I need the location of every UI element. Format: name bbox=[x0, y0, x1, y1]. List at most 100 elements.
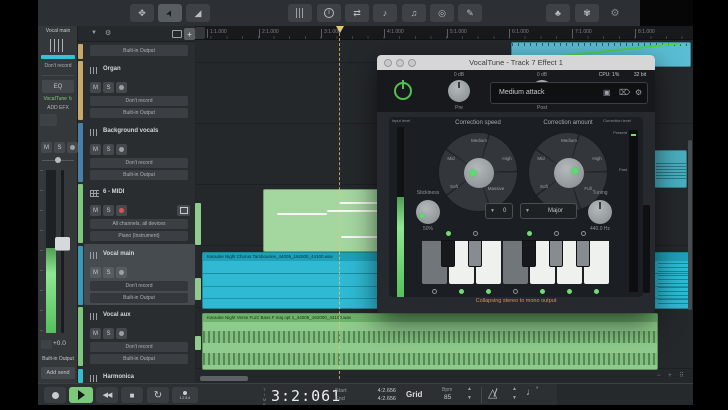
vocal-aux-clip[interactable]: Karaoke Night Verse Fuzz Bass F maj opt … bbox=[202, 313, 658, 370]
record-mode-pill[interactable]: Don't record bbox=[90, 96, 188, 106]
output-pill[interactable]: Built-in Output bbox=[90, 108, 188, 118]
cursor-tool-button[interactable]: ➤ bbox=[158, 4, 182, 22]
solo-button[interactable]: S bbox=[103, 205, 114, 216]
mute-button[interactable]: M bbox=[90, 205, 101, 216]
add-track-button[interactable]: + bbox=[184, 28, 195, 40]
rewind-button[interactable]: ◀◀ bbox=[96, 387, 118, 403]
settings-button[interactable]: ⚙ bbox=[606, 4, 624, 22]
zoom-controls[interactable]: − + ⠿ bbox=[657, 372, 687, 379]
move-tool-button[interactable]: ✥ bbox=[130, 4, 154, 22]
plugin-keyboard[interactable] bbox=[421, 240, 610, 285]
draw-tool-button[interactable]: ✎ bbox=[458, 4, 482, 22]
stickiness-knob[interactable] bbox=[416, 200, 440, 224]
mute-button[interactable]: M bbox=[90, 328, 101, 339]
end-value[interactable]: 4:2.656 bbox=[360, 396, 396, 402]
mute-button[interactable]: M bbox=[90, 82, 101, 93]
scale-note-indicator[interactable] bbox=[432, 289, 437, 294]
output-pill[interactable]: Built-in Output bbox=[90, 170, 188, 180]
output-pill[interactable]: Built-in Output bbox=[90, 354, 188, 364]
transpose-dropdown[interactable]: ▼ 0 bbox=[485, 203, 513, 219]
scale-note-indicator[interactable] bbox=[567, 289, 572, 294]
note-edit-button[interactable]: ♪ bbox=[373, 4, 397, 22]
fade-tool-button[interactable]: ◢ bbox=[186, 4, 210, 22]
partial-track-output[interactable]: Built-in Output bbox=[90, 45, 188, 56]
mixer-button[interactable] bbox=[288, 4, 312, 22]
scale-note-indicator[interactable] bbox=[486, 289, 491, 294]
scale-note-indicator[interactable] bbox=[513, 289, 518, 294]
mute-button[interactable]: M bbox=[41, 142, 52, 153]
filter-icon[interactable]: ▼ bbox=[91, 30, 97, 36]
clip-sliver[interactable] bbox=[195, 336, 201, 350]
plugin-titlebar[interactable]: VocalTune - Track 7 Effect 1 bbox=[377, 55, 655, 70]
clip-sliver[interactable] bbox=[195, 278, 201, 300]
record-mode-pill[interactable]: All channels, all devices bbox=[90, 219, 188, 229]
record-arm-button[interactable] bbox=[116, 267, 127, 278]
output-label[interactable]: Built-in Output bbox=[38, 356, 78, 362]
piano-black-key[interactable] bbox=[576, 240, 590, 267]
piano-black-key[interactable] bbox=[468, 240, 482, 267]
solo-button[interactable]: S bbox=[103, 328, 114, 339]
bpm-down-button[interactable]: ▼ bbox=[467, 395, 472, 401]
piano-black-key[interactable] bbox=[522, 240, 536, 267]
record-mode-label[interactable]: Don't record bbox=[38, 63, 78, 69]
loop-button[interactable]: ↻ bbox=[147, 387, 169, 403]
time-mode-label[interactable]: TIME bbox=[262, 387, 267, 403]
solo-button[interactable]: S bbox=[54, 142, 65, 153]
audio-clip-fragment[interactable] bbox=[653, 150, 687, 188]
scale-note-indicator[interactable] bbox=[581, 231, 586, 236]
add-send-button[interactable]: Add send bbox=[41, 367, 75, 379]
record-button[interactable] bbox=[44, 387, 66, 403]
shuffle-button[interactable]: ⇄ bbox=[345, 4, 369, 22]
info-button[interactable]: i bbox=[317, 4, 341, 22]
scale-note-indicator[interactable] bbox=[527, 231, 532, 236]
solo-button[interactable]: S bbox=[103, 267, 114, 278]
trash-icon[interactable]: ⌦ bbox=[619, 88, 630, 97]
play-button[interactable] bbox=[69, 387, 93, 403]
grid-button[interactable]: Grid bbox=[406, 390, 422, 399]
record-mode-pill[interactable]: Don't record bbox=[90, 281, 188, 291]
horizontal-scrollbar[interactable] bbox=[200, 376, 248, 381]
scale-dropdown[interactable]: ▼ Major bbox=[520, 203, 577, 219]
tempo-down-button[interactable]: ▼ bbox=[512, 395, 517, 401]
piano-roll-button[interactable] bbox=[177, 205, 190, 216]
timeline-ruler[interactable]: 1:1.000 2:1.000 3:1.000 4:1.000 5:1.000 … bbox=[195, 26, 693, 40]
gain-value[interactable]: +0.0 bbox=[53, 340, 66, 347]
metronome-button[interactable]: △ bbox=[488, 386, 497, 400]
gear-icon[interactable]: ⚙ bbox=[105, 29, 111, 37]
scale-note-indicator[interactable] bbox=[594, 289, 599, 294]
mute-button[interactable]: M bbox=[90, 144, 101, 155]
record-arm-button[interactable] bbox=[116, 328, 127, 339]
save-icon[interactable]: ▣ bbox=[603, 88, 611, 97]
count-in-button[interactable]: 1234 bbox=[172, 387, 198, 403]
playhead-marker[interactable] bbox=[336, 26, 344, 33]
notes-button[interactable]: ♫ bbox=[402, 4, 426, 22]
scale-note-indicator[interactable] bbox=[473, 231, 478, 236]
piano-black-key[interactable] bbox=[441, 240, 455, 267]
effects-tree-button[interactable]: ♣ bbox=[546, 4, 570, 22]
fader-handle[interactable] bbox=[55, 237, 70, 251]
scale-note-indicator[interactable] bbox=[540, 289, 545, 294]
record-arm-button[interactable] bbox=[116, 144, 127, 155]
time-display[interactable]: 3:2:061 bbox=[271, 387, 341, 405]
record-arm-button[interactable] bbox=[67, 142, 78, 153]
scale-note-indicator[interactable] bbox=[459, 289, 464, 294]
addons-button[interactable]: ✾ bbox=[575, 4, 599, 22]
record-arm-button[interactable] bbox=[116, 82, 127, 93]
piano-black-key[interactable] bbox=[549, 240, 563, 267]
eq-button[interactable]: EQ bbox=[42, 80, 74, 93]
plugin-window[interactable]: VocalTune - Track 7 Effect 1 0 dB Pre 0 … bbox=[377, 55, 655, 313]
note-value-button[interactable]: ♩° bbox=[526, 387, 538, 398]
add-efx-button[interactable]: ADD EFX bbox=[38, 105, 78, 111]
power-button[interactable] bbox=[394, 82, 412, 100]
bpm-value[interactable]: 85 bbox=[444, 394, 451, 401]
vertical-scrollbar[interactable] bbox=[688, 140, 692, 310]
bpm-up-button[interactable]: ▲ bbox=[467, 386, 472, 392]
record-arm-button[interactable] bbox=[116, 205, 127, 216]
record-mode-pill[interactable]: Don't record bbox=[90, 342, 188, 352]
tuning-knob[interactable] bbox=[588, 200, 612, 224]
record-mode-pill[interactable]: Don't record bbox=[90, 158, 188, 168]
plugin-volume-slider[interactable] bbox=[643, 205, 650, 293]
solo-button[interactable]: S bbox=[103, 82, 114, 93]
scale-note-indicator[interactable] bbox=[554, 231, 559, 236]
stop-button[interactable]: ■ bbox=[121, 387, 143, 403]
